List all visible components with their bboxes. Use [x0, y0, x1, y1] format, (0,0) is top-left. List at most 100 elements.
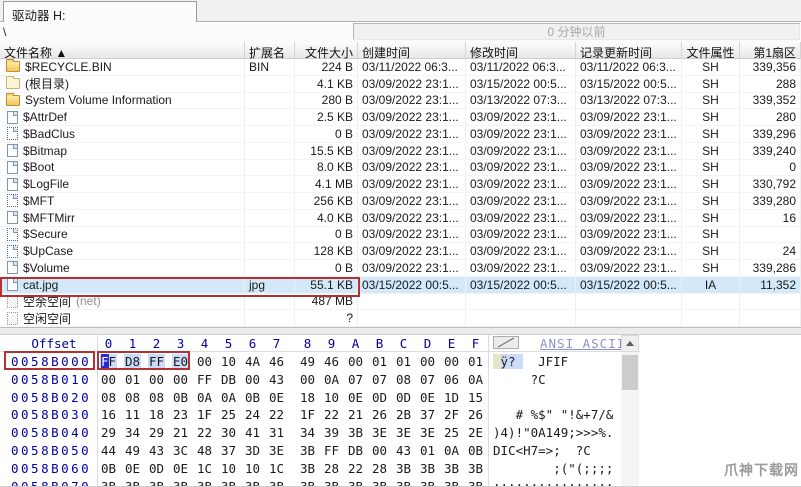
- hex-byte[interactable]: 1F: [196, 407, 213, 422]
- hex-byte[interactable]: 10: [220, 354, 237, 369]
- hex-byte[interactable]: 10: [220, 461, 237, 476]
- hex-byte[interactable]: 22: [196, 425, 213, 440]
- hex-byte[interactable]: 07: [371, 372, 388, 387]
- hex-byte[interactable]: 25: [443, 425, 460, 440]
- table-row[interactable]: $UpCase128 KB03/09/2022 23:1...03/09/202…: [0, 243, 801, 260]
- hex-byte[interactable]: 00: [244, 372, 261, 387]
- hex-byte[interactable]: 3E: [268, 443, 285, 458]
- hex-byte[interactable]: 3B: [443, 479, 460, 487]
- tab-drive-h[interactable]: 驱动器 H:: [3, 1, 197, 22]
- header-cell-2[interactable]: 文件大小: [295, 42, 358, 59]
- table-row[interactable]: $MFTMirr4.0 KB03/09/2022 23:1...03/09/20…: [0, 210, 801, 227]
- hex-byte[interactable]: 00: [196, 354, 213, 369]
- hex-byte[interactable]: 48: [196, 443, 213, 458]
- hex-byte[interactable]: 3B: [268, 479, 285, 487]
- hex-byte[interactable]: FF: [196, 372, 213, 387]
- hex-byte[interactable]: 49: [124, 443, 141, 458]
- hex-ascii[interactable]: ÿ? JFIF: [493, 354, 613, 369]
- hex-byte[interactable]: 00: [299, 372, 316, 387]
- table-row[interactable]: $Secure0 B03/09/2022 23:1...03/09/2022 2…: [0, 227, 801, 244]
- hex-byte[interactable]: 3E: [419, 425, 436, 440]
- header-cell-3[interactable]: 创建时间: [358, 42, 466, 59]
- hex-offset[interactable]: 0058B020: [11, 390, 97, 405]
- hex-byte[interactable]: 18: [148, 407, 165, 422]
- hex-byte[interactable]: 0E: [172, 461, 189, 476]
- hex-byte[interactable]: 41: [244, 425, 261, 440]
- hex-byte[interactable]: 01: [371, 354, 388, 369]
- hex-byte[interactable]: 07: [419, 372, 436, 387]
- hex-byte[interactable]: 00: [419, 354, 436, 369]
- table-row[interactable]: 空闲空间?: [0, 310, 801, 327]
- hex-byte[interactable]: 1C: [268, 461, 285, 476]
- hex-byte[interactable]: 2F: [443, 407, 460, 422]
- hex-byte[interactable]: 1D: [443, 390, 460, 405]
- hex-byte[interactable]: 00: [371, 443, 388, 458]
- hex-byte[interactable]: 00: [172, 372, 189, 387]
- table-row[interactable]: $BadClus0 B03/09/2022 23:1...03/09/2022 …: [0, 126, 801, 143]
- hex-byte[interactable]: 30: [220, 425, 237, 440]
- hex-offset[interactable]: 0058B030: [11, 407, 97, 422]
- hex-byte[interactable]: 00: [100, 372, 117, 387]
- hex-byte[interactable]: 22: [347, 461, 364, 476]
- table-row[interactable]: System Volume Information280 B03/09/2022…: [0, 93, 801, 110]
- hex-byte[interactable]: 2B: [395, 407, 412, 422]
- hex-byte[interactable]: 31: [268, 425, 285, 440]
- hex-byte[interactable]: 24: [244, 407, 261, 422]
- hex-byte[interactable]: 49: [299, 354, 316, 369]
- hex-byte[interactable]: D8: [124, 354, 141, 369]
- hex-byte[interactable]: 3B: [443, 461, 460, 476]
- hex-byte[interactable]: 3B: [100, 479, 117, 487]
- hex-byte[interactable]: 2E: [467, 425, 484, 440]
- hex-byte[interactable]: 10: [323, 390, 340, 405]
- charset-slash-button[interactable]: [493, 336, 519, 349]
- hex-byte[interactable]: 08: [124, 390, 141, 405]
- hex-byte[interactable]: 3E: [395, 425, 412, 440]
- hex-byte[interactable]: 3B: [467, 461, 484, 476]
- hex-byte[interactable]: 22: [323, 407, 340, 422]
- hex-byte[interactable]: 28: [371, 461, 388, 476]
- hex-offset[interactable]: 0058B000: [11, 354, 97, 369]
- hex-byte[interactable]: 37: [419, 407, 436, 422]
- hex-byte[interactable]: 08: [395, 372, 412, 387]
- hex-byte[interactable]: FF: [148, 354, 165, 369]
- hex-byte[interactable]: 3E: [371, 425, 388, 440]
- hex-byte[interactable]: 0D: [148, 461, 165, 476]
- hex-offset[interactable]: 0058B040: [11, 425, 97, 440]
- table-row[interactable]: $Volume0 B03/09/2022 23:1...03/09/2022 2…: [0, 260, 801, 277]
- hex-byte[interactable]: 0A: [220, 390, 237, 405]
- table-row[interactable]: $Bitmap15.5 KB03/09/2022 23:1...03/09/20…: [0, 143, 801, 160]
- hex-scrollbar[interactable]: [621, 335, 639, 487]
- hex-byte[interactable]: FF: [323, 443, 340, 458]
- hex-byte[interactable]: 43: [148, 443, 165, 458]
- hex-byte[interactable]: 00: [347, 354, 364, 369]
- hex-byte[interactable]: 01: [395, 354, 412, 369]
- header-cell-6[interactable]: 文件属性: [682, 42, 740, 59]
- hex-ascii[interactable]: )4)!"0A149;>>>%.: [493, 425, 613, 440]
- hex-byte[interactable]: 0D: [371, 390, 388, 405]
- hex-byte[interactable]: 0B: [172, 390, 189, 405]
- hex-byte[interactable]: 0B: [467, 443, 484, 458]
- hex-byte[interactable]: 01: [419, 443, 436, 458]
- hex-byte[interactable]: 3B: [347, 479, 364, 487]
- hex-byte[interactable]: 3B: [299, 443, 316, 458]
- hex-byte[interactable]: 3B: [196, 479, 213, 487]
- scrollbar-thumb[interactable]: [622, 355, 638, 390]
- table-row[interactable]: (根目录)4.1 KB03/09/2022 23:1...03/15/2022 …: [0, 76, 801, 93]
- hex-byte[interactable]: 3B: [220, 479, 237, 487]
- header-cell-5[interactable]: 记录更新时间: [576, 42, 682, 59]
- hex-byte[interactable]: 3B: [124, 479, 141, 487]
- hex-byte[interactable]: 4A: [244, 354, 261, 369]
- hex-byte[interactable]: 3B: [299, 479, 316, 487]
- table-row[interactable]: 空余空间(net)487 MB: [0, 294, 801, 311]
- hex-byte[interactable]: 18: [299, 390, 316, 405]
- hex-byte[interactable]: 34: [124, 425, 141, 440]
- hex-byte[interactable]: 3B: [148, 479, 165, 487]
- hex-offset[interactable]: 0058B070: [11, 479, 97, 487]
- hex-byte[interactable]: 3D: [244, 443, 261, 458]
- hex-byte[interactable]: 07: [347, 372, 364, 387]
- hex-ascii[interactable]: [493, 390, 613, 405]
- table-row[interactable]: $RECYCLE.BINBIN224 B03/11/2022 06:3...03…: [0, 59, 801, 76]
- hex-byte[interactable]: 23: [172, 407, 189, 422]
- hex-byte[interactable]: 0B: [244, 390, 261, 405]
- hex-byte[interactable]: 43: [395, 443, 412, 458]
